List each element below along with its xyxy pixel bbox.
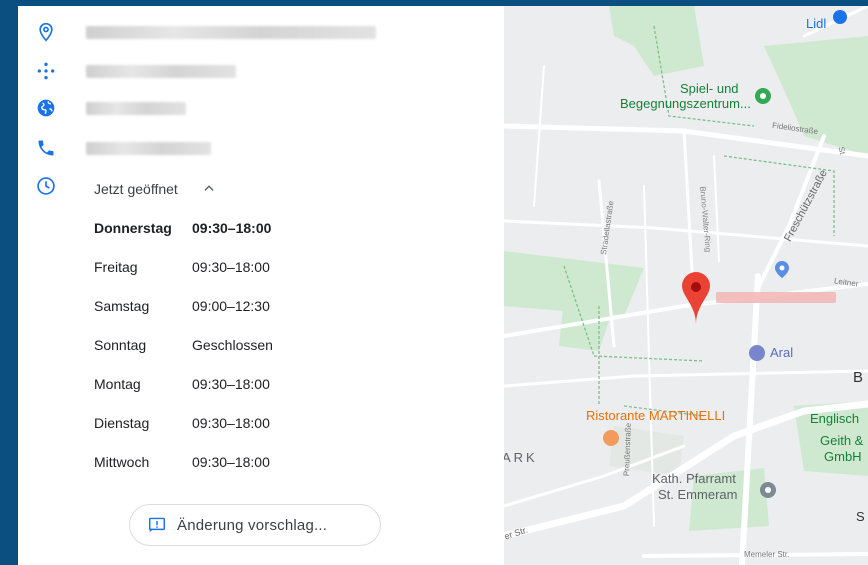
map-label-street-preussen: Preußenstraße <box>622 422 633 477</box>
location-pin-icon <box>39 22 53 42</box>
clock-icon <box>37 177 55 195</box>
map-label-lidl[interactable]: Lidl <box>806 16 826 31</box>
hours-day: Donnerstag <box>94 220 172 236</box>
plus-code-row[interactable] <box>18 59 504 87</box>
feedback-icon <box>149 517 165 533</box>
map-label-kath[interactable]: Kath. Pfarramt <box>652 471 736 486</box>
website-row[interactable] <box>18 96 504 124</box>
map-label-spiel[interactable]: Spiel- und <box>680 81 739 96</box>
place-info-panel: Jetzt geöffnet Donnerstag 09:30–18:00 Fr… <box>18 6 504 565</box>
map-label-b: B <box>853 369 864 386</box>
hours-time: 09:30–18:00 <box>192 220 272 236</box>
hours-day: Mittwoch <box>94 454 150 470</box>
hours-time: 09:30–18:00 <box>192 454 270 470</box>
map-label-park: ARK <box>504 450 538 465</box>
map-label-gmbh[interactable]: GmbH <box>824 449 862 464</box>
hours-day: Freitag <box>94 259 138 275</box>
open-status[interactable]: Jetzt geöffnet <box>94 181 178 197</box>
map-label-street-st: St <box>836 145 847 156</box>
map-label-aral[interactable]: Aral <box>770 345 793 360</box>
hours-time: 09:30–18:00 <box>192 259 270 275</box>
plus-code-blurred <box>86 65 236 78</box>
address-row[interactable] <box>18 20 504 48</box>
hours-time: 09:30–18:00 <box>192 415 270 431</box>
suggest-edit-button[interactable]: Änderung vorschlag... <box>129 504 381 546</box>
phone-blurred <box>86 142 211 155</box>
map-label-street-memeler: Memeler Str. <box>744 550 790 559</box>
chevron-up-icon[interactable] <box>202 181 216 195</box>
map-label-geith[interactable]: Geith & <box>820 433 863 448</box>
map-view[interactable]: Lidl Spiel- und Begegnungszentrum... Fid… <box>504 6 868 565</box>
hours-day: Sonntag <box>94 337 147 353</box>
hours-day: Samstag <box>94 298 150 314</box>
hours-day: Dienstag <box>94 415 150 431</box>
website-blurred <box>86 102 186 115</box>
phone-icon <box>38 140 54 156</box>
plus-code-icon <box>37 62 55 80</box>
map-label-begegnung[interactable]: Begegnungszentrum... <box>620 96 751 111</box>
hours-time: Geschlossen <box>192 337 273 353</box>
hours-day: Montag <box>94 376 141 392</box>
map-label-emmeram[interactable]: St. Emmeram <box>658 487 737 502</box>
map-label-ristorante[interactable]: Ristorante MARTINELLI <box>586 408 725 423</box>
suggest-edit-label: Änderung vorschlag... <box>177 517 328 534</box>
phone-row[interactable] <box>18 136 504 164</box>
address-blurred <box>86 26 376 39</box>
map-label-s: S <box>856 509 865 524</box>
globe-icon <box>37 99 55 117</box>
map-label-englisch[interactable]: Englisch <box>810 411 859 426</box>
hours-time: 09:00–12:30 <box>192 298 270 314</box>
hours-time: 09:30–18:00 <box>192 376 270 392</box>
left-frame <box>0 0 18 565</box>
